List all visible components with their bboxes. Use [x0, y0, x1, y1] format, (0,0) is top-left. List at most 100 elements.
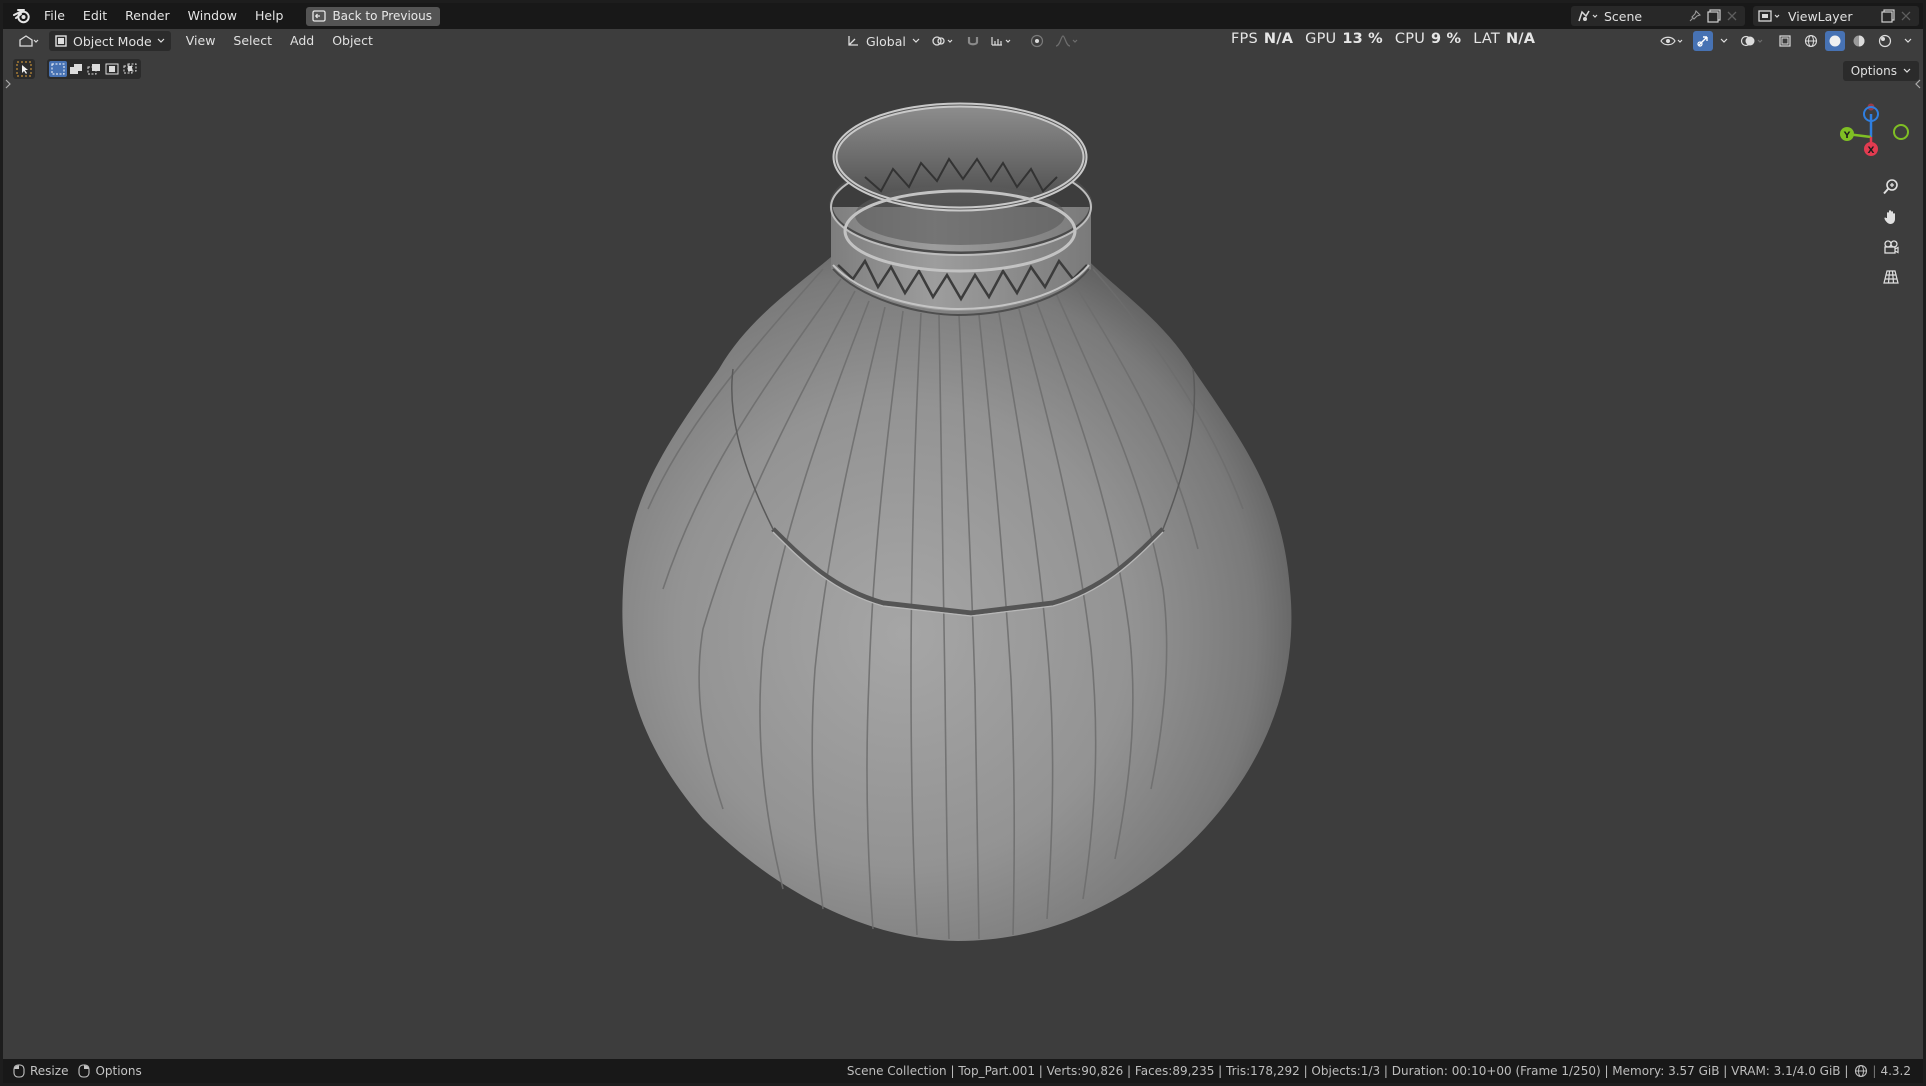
object-mode-dropdown[interactable]: Object Mode	[49, 31, 171, 51]
chevron-down-icon	[1903, 68, 1911, 74]
xray-toggle[interactable]	[1773, 31, 1797, 51]
new-scene-icon[interactable]	[1707, 9, 1721, 23]
select-box-cursor-icon	[16, 61, 32, 77]
blender-version: 4.3.2	[1880, 1064, 1911, 1078]
back-screen-icon	[312, 10, 332, 22]
options-hint: Options	[95, 1064, 142, 1078]
camera-icon	[1882, 238, 1900, 256]
toggle-perspective-button[interactable]	[1879, 265, 1903, 289]
view-layer-selector[interactable]: ViewLayer	[1753, 6, 1919, 26]
xray-icon	[1778, 34, 1792, 48]
object-menu[interactable]: Object	[323, 31, 382, 51]
shading-dropdown[interactable]	[1899, 31, 1917, 51]
chevron-down-icon	[1720, 38, 1728, 44]
zoom-view-button[interactable]	[1879, 175, 1903, 199]
gizmo-neg-y-ball[interactable]	[1893, 124, 1909, 140]
view-layer-icon	[1758, 9, 1782, 23]
status-divider: |	[1872, 1064, 1877, 1078]
mouse-left-icon	[13, 1064, 25, 1078]
scene-name[interactable]: Scene	[1604, 9, 1689, 24]
proportional-circle-icon	[1030, 34, 1044, 48]
orientation-axes-icon	[846, 34, 860, 48]
snap-target-dropdown[interactable]	[985, 31, 1019, 51]
back-to-previous-button[interactable]: Back to Previous	[306, 6, 440, 26]
select-extend-icon[interactable]	[67, 61, 85, 77]
menu-window[interactable]: Window	[179, 3, 246, 29]
status-hints: Resize Options	[13, 1064, 142, 1078]
overlay-circles-icon	[1740, 34, 1766, 48]
rendered-sphere-icon	[1878, 34, 1892, 48]
sidebar-expand-arrow-icon[interactable]	[1915, 79, 1921, 89]
add-menu[interactable]: Add	[281, 31, 323, 51]
cpu-value: 9 %	[1431, 31, 1462, 47]
pan-view-button[interactable]	[1879, 205, 1903, 229]
close-view-layer-icon[interactable]	[1901, 11, 1911, 21]
vase-3d-model[interactable]	[3, 29, 1923, 1059]
magnifier-plus-icon	[1882, 178, 1900, 196]
shading-wireframe[interactable]	[1799, 31, 1823, 51]
viewport-display-tools	[1655, 31, 1917, 51]
lat-label: LAT	[1473, 31, 1500, 47]
scene-selector[interactable]: Scene	[1571, 6, 1745, 26]
overlays-toggle[interactable]	[1735, 31, 1771, 51]
menu-render[interactable]: Render	[116, 3, 179, 29]
menu-help[interactable]: Help	[246, 3, 293, 29]
select-invert-icon[interactable]	[103, 61, 121, 77]
network-globe-icon[interactable]	[1854, 1064, 1868, 1078]
camera-view-button[interactable]	[1879, 235, 1903, 259]
wireframe-sphere-icon	[1804, 34, 1818, 48]
magnet-icon	[966, 34, 980, 48]
snap-toggle[interactable]	[961, 31, 985, 51]
select-menu[interactable]: Select	[224, 31, 281, 51]
pin-icon[interactable]	[1689, 10, 1701, 22]
view-layer-name[interactable]: ViewLayer	[1788, 9, 1881, 24]
select-mode-row	[13, 59, 141, 79]
active-tool-button[interactable]	[13, 59, 35, 79]
lat-value: N/A	[1505, 31, 1536, 47]
visibility-dropdown[interactable]	[1655, 31, 1691, 51]
scene-statistics: Scene Collection | Top_Part.001 | Verts:…	[847, 1059, 1911, 1083]
chevron-down-icon	[1904, 38, 1912, 44]
menu-edit[interactable]: Edit	[74, 3, 116, 29]
3d-viewport[interactable]: Object Mode View Select Add Object Globa…	[3, 29, 1923, 1059]
fps-label: FPS	[1231, 31, 1258, 47]
menu-file[interactable]: File	[35, 3, 74, 29]
options-dropdown[interactable]: Options	[1842, 61, 1919, 81]
toolbar-expand-arrow-icon[interactable]	[5, 79, 11, 89]
gizmo-dropdown[interactable]	[1715, 31, 1733, 51]
shading-rendered[interactable]	[1873, 31, 1897, 51]
solid-sphere-icon	[1828, 34, 1842, 48]
falloff-curve-icon	[1054, 34, 1080, 48]
gizmo-y-label: Y	[1843, 131, 1851, 141]
viewport-editor-icon	[18, 34, 40, 48]
select-new-icon[interactable]	[49, 61, 67, 77]
scene-icon	[1576, 9, 1598, 23]
select-intersect-icon[interactable]	[121, 61, 139, 77]
mouse-right-icon	[78, 1064, 91, 1078]
selection-mode-group	[47, 59, 141, 79]
gizmo-toggle[interactable]	[1693, 31, 1713, 51]
shading-solid[interactable]	[1825, 31, 1845, 51]
navigation-gizmo[interactable]: Y X	[1821, 101, 1921, 171]
scene-stats-text: Scene Collection | Top_Part.001 | Verts:…	[846, 1064, 1849, 1078]
performance-stats: FPS N/A GPU 13 % CPU 9 % LAT N/A	[1231, 29, 1547, 49]
view-menu[interactable]: View	[177, 31, 225, 51]
proportional-editing-toggle[interactable]	[1025, 31, 1049, 51]
object-mode-label: Object Mode	[73, 33, 152, 49]
chevron-down-icon	[912, 38, 920, 44]
transform-tools: Global	[841, 31, 1085, 51]
close-scene-icon[interactable]	[1727, 11, 1737, 21]
pivot-icon	[930, 34, 956, 48]
select-subtract-icon[interactable]	[85, 61, 103, 77]
shading-material[interactable]	[1847, 31, 1871, 51]
transform-orientation-dropdown[interactable]: Global	[841, 31, 925, 51]
blender-logo-icon[interactable]	[9, 3, 35, 29]
orientation-label: Global	[866, 33, 906, 49]
editor-type-button[interactable]	[13, 31, 45, 51]
proportional-falloff-dropdown[interactable]	[1049, 31, 1085, 51]
pivot-point-dropdown[interactable]	[925, 31, 961, 51]
back-to-previous-label: Back to Previous	[332, 9, 432, 23]
hand-icon	[1882, 208, 1900, 226]
blender-window: File Edit Render Window Help Back to Pre…	[3, 3, 1923, 1083]
new-view-layer-icon[interactable]	[1881, 9, 1895, 23]
